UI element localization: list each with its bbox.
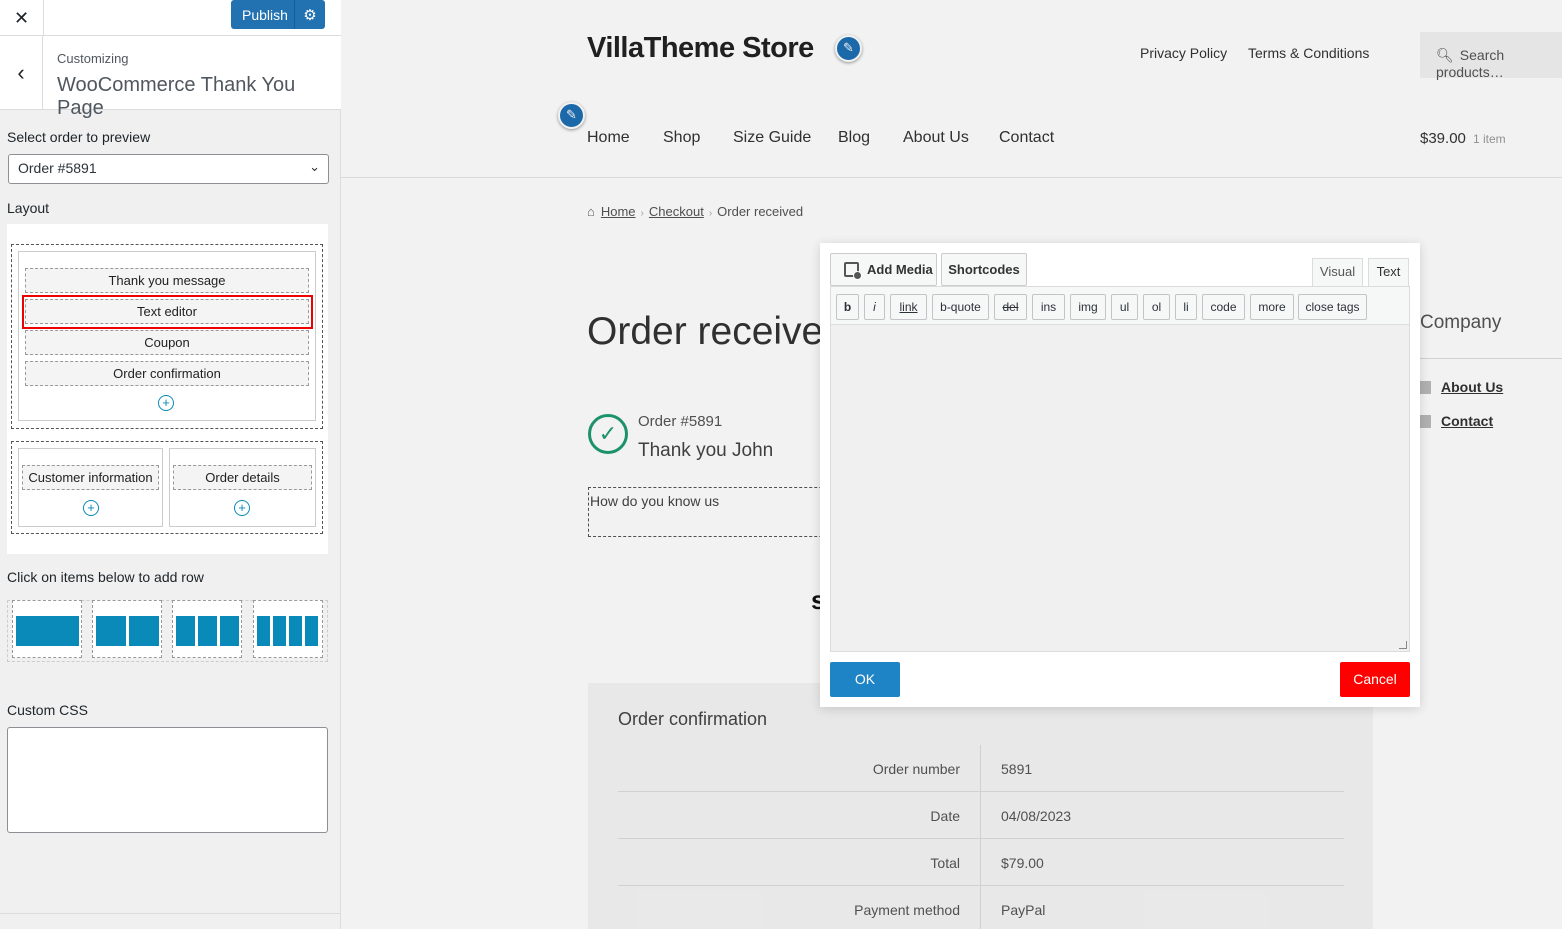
qt-ins-button[interactable]: ins	[1032, 294, 1065, 320]
shortcodes-button[interactable]: Shortcodes	[941, 253, 1027, 286]
select-order-label: Select order to preview	[7, 129, 151, 145]
customizer-header: ✕ Publish ⚙	[0, 0, 341, 36]
layout-item-order-confirmation[interactable]: Order confirmation	[25, 361, 309, 386]
layout-row-1: Thank you message Text editor Coupon Ord…	[11, 244, 323, 429]
column-block	[129, 616, 159, 646]
column-block	[305, 616, 318, 646]
publish-button[interactable]: Publish	[231, 7, 294, 23]
qt-ul-button[interactable]: ul	[1111, 294, 1138, 320]
resize-handle-icon[interactable]	[1399, 641, 1407, 649]
column-block	[198, 616, 217, 646]
add-media-button[interactable]: Add Media	[830, 253, 937, 286]
add-item-icon[interactable]: +	[234, 500, 250, 516]
qt-link-button[interactable]: link	[890, 294, 927, 320]
qt-italic-button[interactable]: i	[864, 294, 885, 320]
media-icon	[844, 262, 862, 280]
qt-ol-button[interactable]: ol	[1143, 294, 1170, 320]
qt-del-button[interactable]: del	[994, 294, 1027, 320]
customizer-sidebar: ✕ Publish ⚙ ‹ Customizing WooCommerce Th…	[0, 0, 341, 929]
add-row-2-columns[interactable]	[92, 600, 162, 658]
qt-bold-button[interactable]: b	[836, 294, 859, 320]
customizing-label: Customizing	[57, 51, 129, 66]
add-row-1-column[interactable]	[12, 600, 82, 658]
order-select[interactable]: Order #5891 ⌄	[8, 154, 329, 184]
add-item-icon[interactable]: +	[158, 395, 174, 411]
add-row-4-columns[interactable]	[253, 600, 323, 658]
order-select-value: Order #5891	[18, 160, 97, 176]
qt-more-button[interactable]: more	[1250, 294, 1294, 320]
close-customizer-button[interactable]: ✕	[0, 0, 44, 36]
layout-item-thank-you-message[interactable]: Thank you message	[25, 268, 309, 293]
gear-icon[interactable]: ⚙	[294, 0, 325, 29]
qt-img-button[interactable]: img	[1070, 294, 1106, 320]
layout-column: Customer information +	[18, 448, 163, 527]
column-block	[96, 616, 126, 646]
layout-row-2: Customer information + Order details +	[11, 441, 323, 534]
cancel-button[interactable]: Cancel	[1340, 662, 1410, 697]
column-block	[16, 616, 79, 646]
publish-button-group: Publish ⚙	[231, 0, 325, 29]
tab-text[interactable]: Text	[1368, 258, 1409, 286]
add-item-icon[interactable]: +	[83, 500, 99, 516]
layout-column: Thank you message Text editor Coupon Ord…	[18, 251, 316, 421]
section-title-bar: ‹ Customizing WooCommerce Thank You Page	[0, 36, 341, 119]
layout-column: Order details +	[169, 448, 316, 527]
add-media-label: Add Media	[867, 262, 933, 277]
add-row-3-columns[interactable]	[172, 600, 242, 658]
column-block	[176, 616, 195, 646]
add-row-label: Click on items below to add row	[7, 569, 204, 585]
layout-label: Layout	[7, 200, 50, 216]
layout-item-coupon[interactable]: Coupon	[25, 330, 309, 355]
quicktags-toolbar: b i link b-quote del ins img ul ol li co…	[830, 286, 1410, 325]
ok-button[interactable]: OK	[830, 662, 900, 697]
back-button[interactable]: ‹	[0, 36, 43, 109]
column-block	[257, 616, 270, 646]
layout-item-customer-information[interactable]: Customer information	[22, 465, 159, 490]
text-editor-dialog: Add Media Shortcodes Visual Text b i lin…	[820, 243, 1420, 707]
qt-blockquote-button[interactable]: b-quote	[932, 294, 989, 320]
layout-builder: Thank you message Text editor Coupon Ord…	[7, 224, 328, 554]
custom-css-label: Custom CSS	[7, 702, 88, 718]
column-block	[289, 616, 302, 646]
column-block	[220, 616, 239, 646]
customizer-footer	[0, 913, 341, 929]
qt-close-tags-button[interactable]: close tags	[1298, 294, 1367, 320]
tab-visual[interactable]: Visual	[1312, 258, 1363, 286]
qt-li-button[interactable]: li	[1175, 294, 1197, 320]
column-block	[273, 616, 286, 646]
chevron-left-icon: ‹	[17, 59, 25, 85]
editor-textarea[interactable]	[830, 325, 1410, 652]
selection-highlight	[22, 295, 313, 329]
layout-item-order-details[interactable]: Order details	[173, 465, 312, 490]
custom-css-textarea[interactable]	[7, 727, 328, 833]
qt-code-button[interactable]: code	[1202, 294, 1245, 320]
chevron-down-icon: ⌄	[309, 159, 320, 174]
section-title: WooCommerce Thank You Page	[57, 74, 296, 119]
close-icon: ✕	[13, 7, 30, 28]
